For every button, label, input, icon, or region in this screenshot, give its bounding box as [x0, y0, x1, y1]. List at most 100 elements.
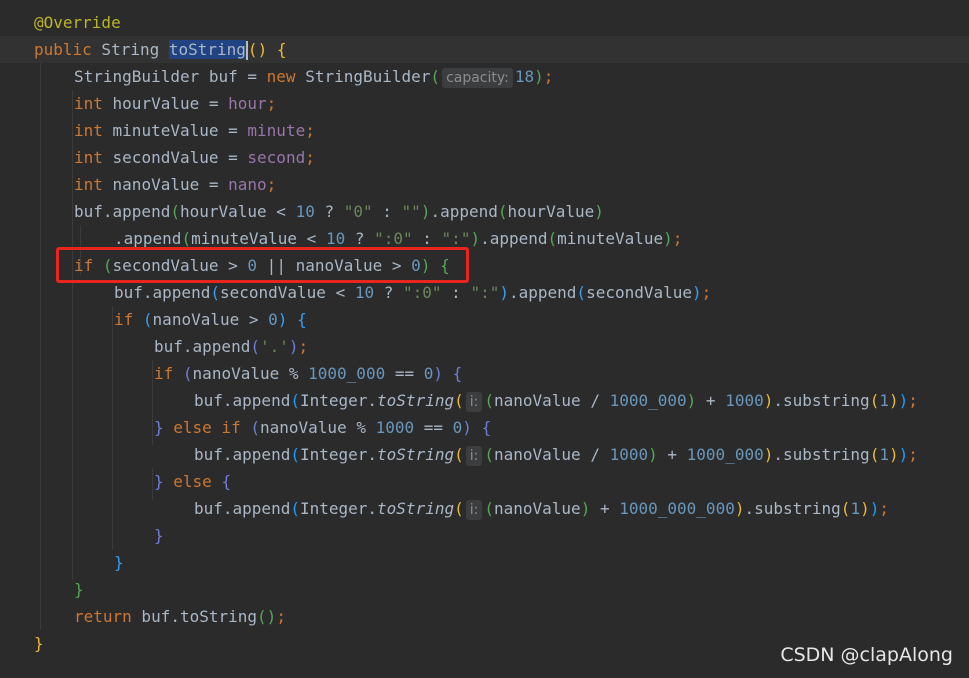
code-token: minuteValue	[557, 229, 664, 248]
code-token: ;	[908, 391, 918, 410]
code-line[interactable]: return buf.toString();	[34, 603, 286, 630]
code-token: (	[290, 391, 300, 410]
code-line[interactable]: if (nanoValue % 1000_000 == 0) {	[34, 360, 462, 387]
code-token: }	[154, 526, 164, 545]
code-token: 10	[295, 202, 315, 221]
code-token: )	[888, 391, 899, 410]
code-token: ;	[908, 445, 918, 464]
code-line[interactable]: buf.append(hourValue < 10 ? "0" : "").ap…	[34, 198, 604, 225]
code-token: )	[869, 499, 880, 518]
code-token: ==	[414, 418, 453, 437]
code-token: public	[34, 40, 92, 59]
code-line[interactable]: int hourValue = hour;	[34, 90, 276, 117]
code-token: (	[869, 391, 880, 410]
code-token: ;	[305, 148, 315, 167]
code-line[interactable]: int nanoValue = nano;	[34, 171, 276, 198]
code-token: 1000_000	[609, 391, 687, 410]
code-token: nano	[228, 175, 267, 194]
code-token: nanoValue /	[493, 445, 610, 464]
code-token: }	[34, 634, 44, 653]
code-token: )	[288, 337, 299, 356]
code-line[interactable]: } else {	[34, 468, 231, 495]
code-line[interactable]: StringBuilder buf = new StringBuilder(ca…	[34, 63, 553, 90]
code-token: (	[497, 202, 508, 221]
code-line[interactable]: } else if (nanoValue % 1000 == 0) {	[34, 414, 491, 441]
code-token: )	[433, 364, 444, 383]
code-token: )	[898, 445, 909, 464]
code-token: int	[74, 94, 103, 113]
code-line[interactable]: int minuteValue = minute;	[34, 117, 315, 144]
code-token: (	[576, 283, 587, 302]
code-token: int	[74, 121, 103, 140]
parameter-hint: capacity:	[442, 68, 513, 88]
code-token: ?	[314, 202, 344, 221]
code-token: buf.append	[114, 283, 211, 302]
code-editor[interactable]: @Override public String toString() {Strin…	[0, 0, 969, 678]
code-line[interactable]: }	[34, 630, 44, 657]
code-token: 1	[879, 391, 889, 410]
code-token: toString	[168, 40, 246, 59]
code-token: +	[590, 499, 620, 518]
code-token: secondValue =	[102, 148, 248, 167]
code-line[interactable]: int secondValue = second;	[34, 144, 315, 171]
code-token: }	[74, 580, 84, 599]
code-token: .append	[480, 229, 548, 248]
code-line[interactable]: }	[34, 549, 124, 576]
code-line[interactable]: buf.append(Integer.toString(i: (nanoValue…	[34, 387, 918, 414]
code-token: minuteValue =	[102, 121, 248, 140]
code-token: ":"	[441, 229, 471, 248]
code-token: 1000_000_000	[619, 499, 735, 518]
code-token: else	[173, 418, 212, 437]
code-line[interactable]: public String toString() {	[0, 36, 969, 63]
code-token: )	[763, 391, 774, 410]
highlight-box	[56, 247, 469, 283]
code-token: )	[470, 229, 481, 248]
code-token: 10	[354, 283, 375, 302]
code-line[interactable]: buf.append(Integer.toString(i: (nanoValue…	[34, 441, 918, 468]
code-token: Integer.	[299, 499, 378, 518]
code-token: (	[290, 499, 300, 518]
code-token: StringBuilder buf =	[74, 67, 267, 86]
code-token: (	[484, 499, 494, 518]
code-line[interactable]: }	[34, 576, 84, 603]
code-token: nanoValue %	[192, 364, 309, 383]
code-token: (	[181, 229, 192, 248]
code-line[interactable]: buf.append(Integer.toString(i: (nanoValue…	[34, 495, 889, 522]
code-token: minute	[247, 121, 306, 140]
code-token: secondValue	[586, 283, 693, 302]
code-token: buf.append	[74, 202, 171, 221]
code-token: :	[372, 202, 402, 221]
code-token: )	[860, 499, 870, 518]
code-token: (	[142, 310, 153, 329]
code-token: (	[250, 337, 260, 356]
code-token: (	[290, 445, 300, 464]
code-line[interactable]: buf.append(secondValue < 10 ? ":0" : ":"…	[34, 279, 711, 306]
code-token: )	[648, 445, 658, 464]
code-line[interactable]: if (nanoValue > 0) {	[34, 306, 307, 333]
code-token: {	[276, 40, 287, 59]
code-token: ;	[266, 175, 277, 194]
code-token: .append	[508, 283, 577, 302]
code-token: ;	[701, 283, 712, 302]
code-token: )	[580, 499, 591, 518]
code-token: }	[114, 553, 124, 572]
code-token: 1000	[609, 445, 649, 464]
code-token: 0	[423, 364, 434, 383]
code-token: nanoValue >	[152, 310, 269, 329]
code-token: ;	[276, 607, 286, 626]
code-line[interactable]: }	[34, 522, 164, 549]
code-token: (	[869, 445, 880, 464]
code-token: nanoValue	[493, 499, 581, 518]
code-token: (	[182, 364, 193, 383]
code-line[interactable]: @Override	[34, 9, 121, 36]
code-token: )	[888, 445, 899, 464]
code-token: (	[257, 607, 267, 626]
code-token: ;	[672, 229, 683, 248]
code-line[interactable]: buf.append('.');	[34, 333, 308, 360]
code-token: hourValue	[507, 202, 595, 221]
code-token: hour	[228, 94, 267, 113]
